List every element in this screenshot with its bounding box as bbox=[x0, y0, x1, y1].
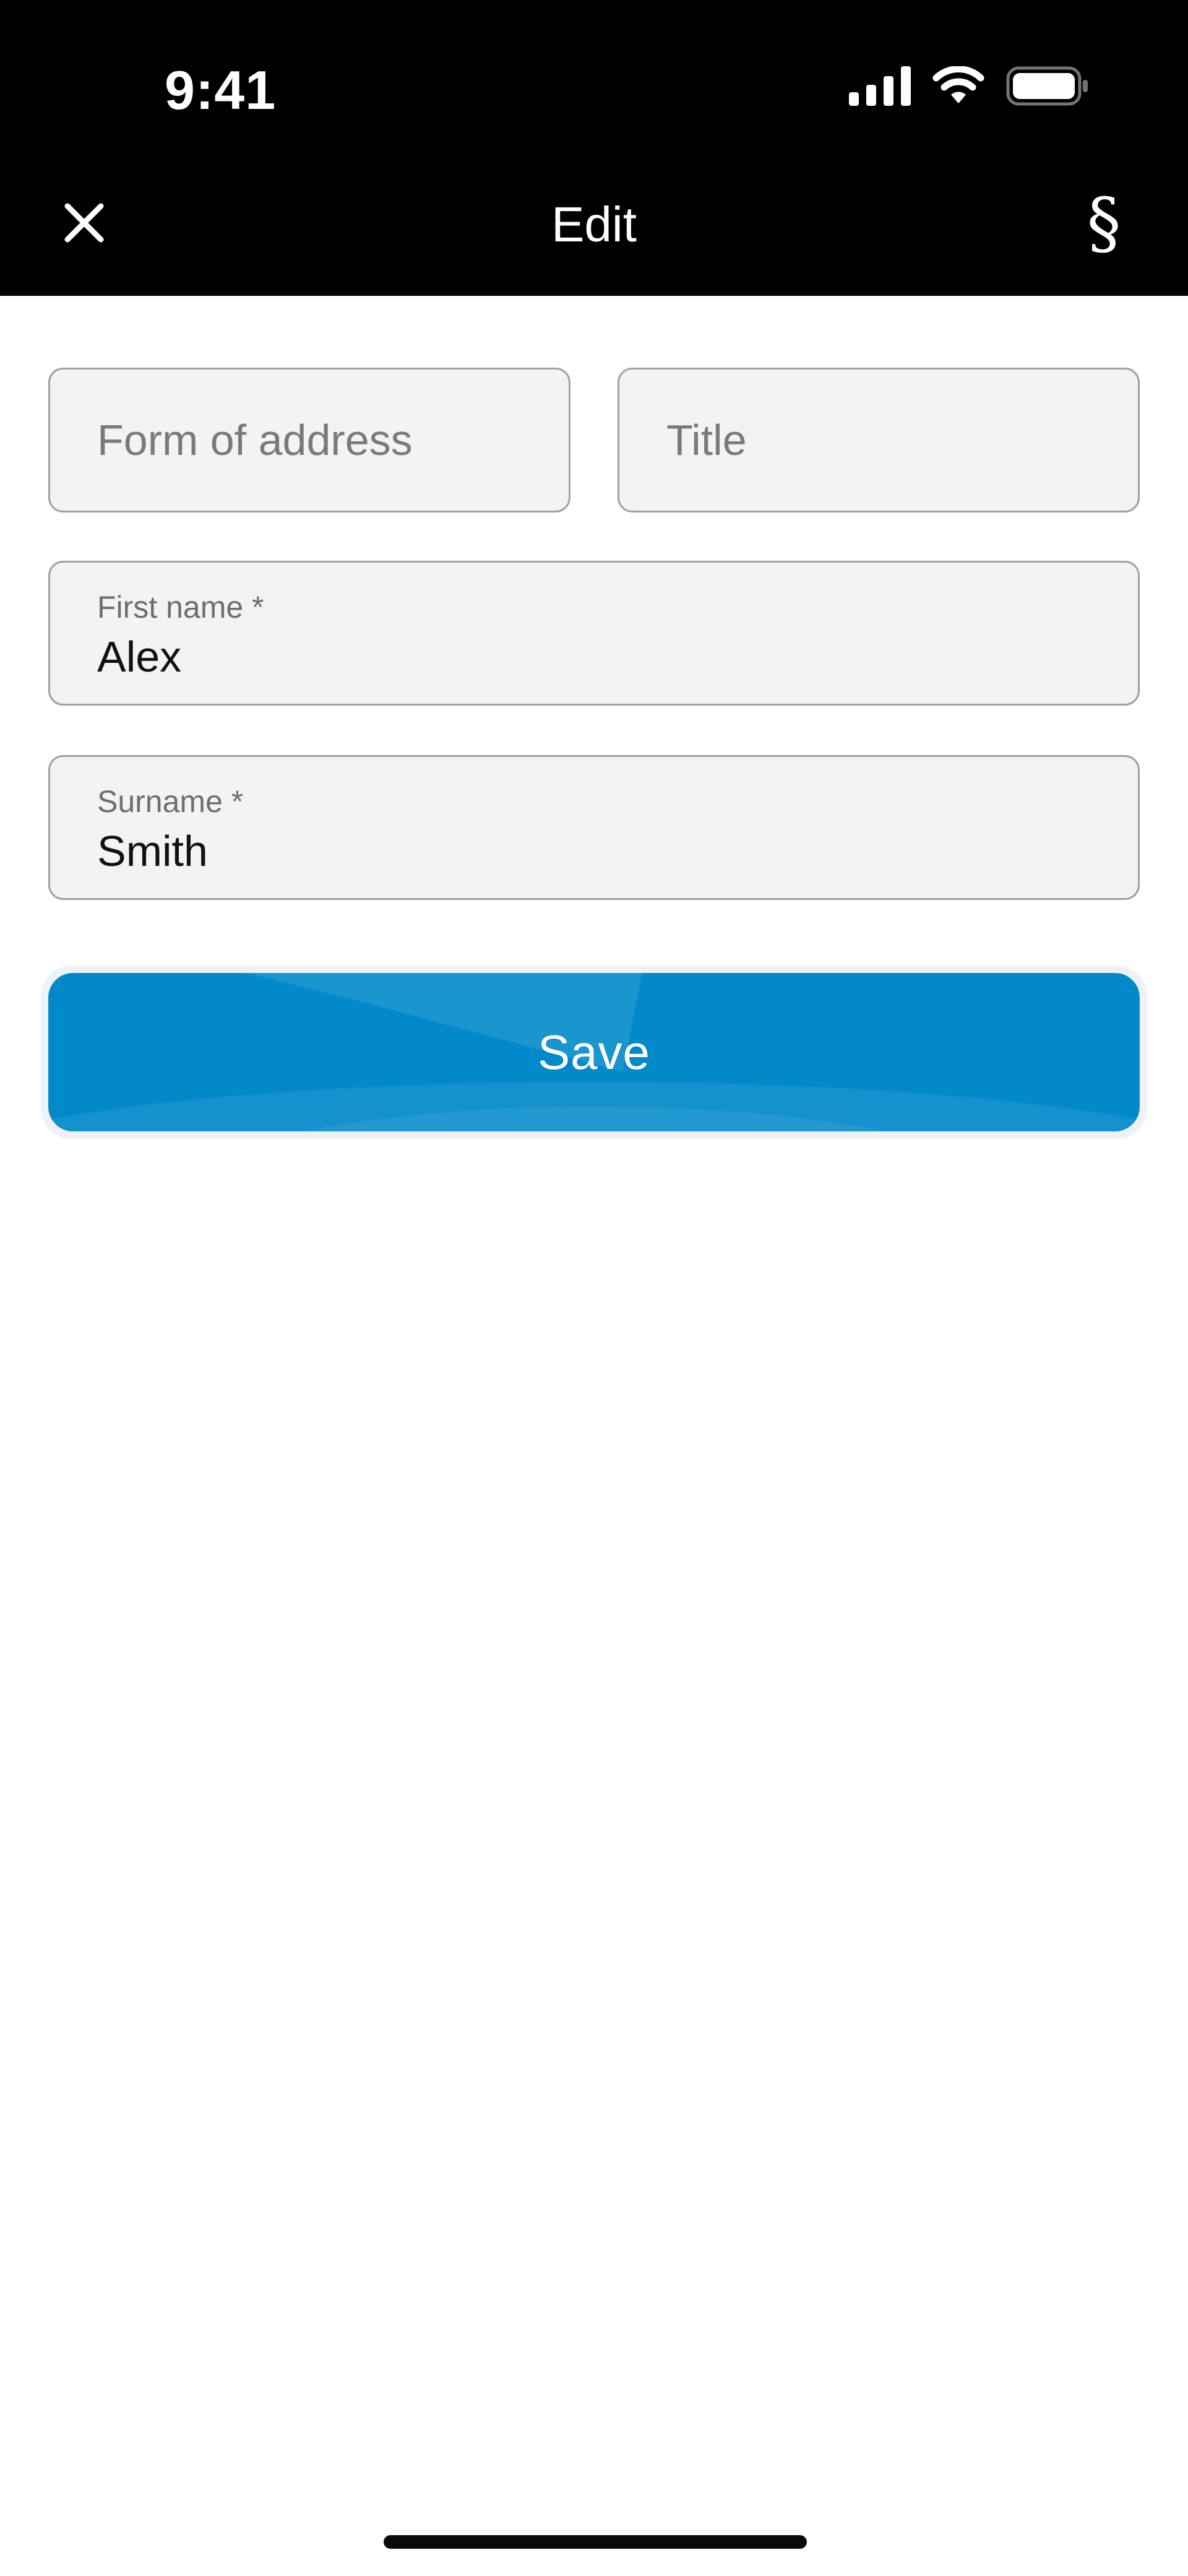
surname-field[interactable]: Surname * Smith bbox=[48, 755, 1140, 900]
status-time: 9:41 bbox=[165, 59, 277, 121]
form-of-address-placeholder: Form of address bbox=[97, 416, 413, 464]
page-title: Edit bbox=[551, 197, 637, 252]
home-indicator[interactable] bbox=[384, 2535, 807, 2549]
surname-value: Smith bbox=[97, 827, 208, 875]
legal-button[interactable]: § bbox=[1079, 186, 1129, 260]
form-of-address-field[interactable]: Form of address bbox=[48, 368, 570, 512]
first-name-value: Alex bbox=[97, 633, 182, 681]
status-icons bbox=[849, 65, 1089, 109]
surname-label: Surname * bbox=[97, 784, 244, 819]
edit-screen: 9:41 Edit § Form of address Title First … bbox=[0, 0, 1188, 2576]
save-button[interactable]: Save bbox=[48, 973, 1140, 1131]
header: 9:41 Edit § bbox=[0, 0, 1188, 296]
first-name-field[interactable]: First name * Alex bbox=[48, 561, 1140, 706]
title-field[interactable]: Title bbox=[618, 368, 1140, 512]
wifi-icon bbox=[932, 65, 985, 109]
battery-icon bbox=[1006, 66, 1089, 109]
save-button-label: Save bbox=[538, 1024, 650, 1079]
section-sign-icon: § bbox=[1087, 183, 1121, 262]
cellular-signal-icon bbox=[849, 66, 911, 109]
first-name-label: First name * bbox=[97, 590, 264, 625]
title-placeholder: Title bbox=[666, 416, 747, 464]
